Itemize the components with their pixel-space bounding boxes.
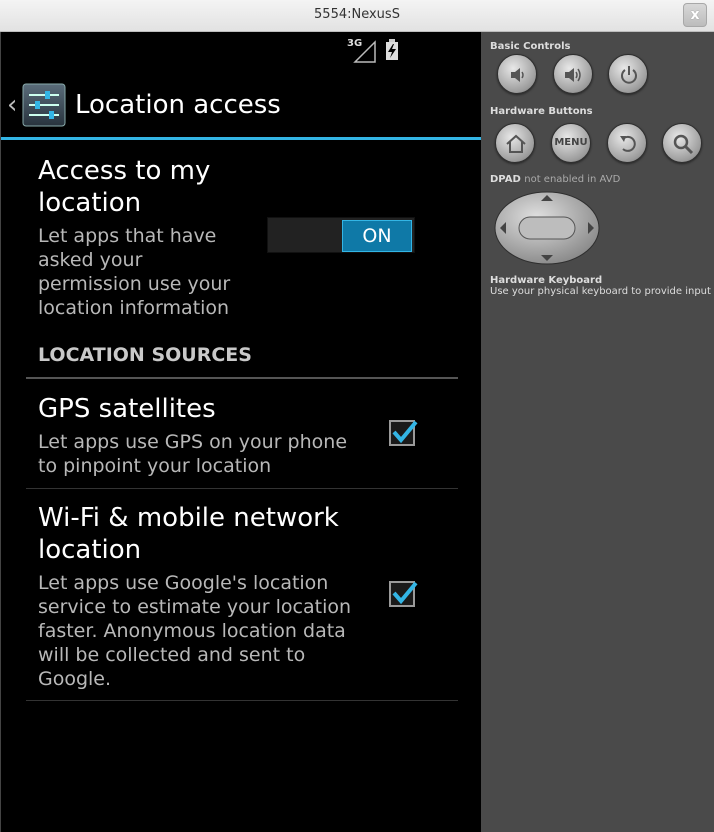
volume-up-button[interactable] (553, 54, 593, 94)
close-button[interactable]: x (683, 3, 707, 27)
checkmark-icon (392, 581, 418, 605)
window-titlebar: 5554:NexusS x (0, 0, 714, 32)
wifi-summary-line: Google. (38, 668, 112, 690)
list-divider (26, 488, 458, 489)
access-summary-line: permission use your (38, 273, 231, 295)
volume-down-button[interactable] (497, 54, 537, 94)
menu-button-label: MENU (554, 137, 588, 148)
phone-screen: 3G ‹ Location access Access to my locati… (0, 32, 481, 832)
status-bar: 3G (1, 32, 481, 70)
basic-controls-label: Basic Controls (490, 41, 571, 52)
home-button[interactable] (495, 123, 535, 163)
wifi-summary-line: service to estimate your location (38, 596, 352, 618)
search-button[interactable] (662, 123, 702, 163)
signal-icon (353, 40, 376, 63)
gps-checkbox[interactable] (389, 420, 418, 446)
dpad-status: not enabled in AVD (524, 174, 621, 185)
gps-summary-line: to pinpoint your location (38, 455, 272, 477)
power-icon (621, 66, 637, 84)
back-button[interactable] (607, 123, 647, 163)
category-divider (26, 377, 458, 379)
menu-button[interactable]: MENU (551, 123, 591, 163)
access-summary-line: Let apps that have (38, 225, 217, 247)
gps-title: GPS satellites (38, 394, 216, 424)
toggle-on-label: ON (342, 220, 412, 252)
gps-summary-line: Let apps use GPS on your phone (38, 431, 348, 453)
checkmark-icon (392, 420, 418, 444)
close-icon: x (690, 7, 700, 23)
location-access-toggle[interactable]: ON (267, 217, 415, 253)
back-chevron-icon[interactable]: ‹ (7, 90, 17, 120)
hardware-keyboard-hint: Use your physical keyboard to provide in… (490, 286, 711, 297)
page-title: Location access (75, 90, 281, 120)
dpad-control[interactable] (494, 191, 600, 265)
power-button[interactable] (608, 54, 648, 94)
wifi-location-checkbox[interactable] (389, 581, 418, 607)
home-icon (506, 134, 526, 153)
battery-charging-icon (386, 39, 398, 60)
wifi-summary-line: will be collected and sent to (38, 644, 306, 666)
volume-down-icon (511, 68, 524, 82)
access-summary-line: asked your (38, 249, 143, 271)
access-title-line1: Access to my (38, 156, 211, 186)
dpad-title: DPAD (490, 174, 521, 185)
hardware-keyboard-label: Hardware Keyboard (490, 275, 603, 286)
settings-app-icon[interactable] (21, 82, 67, 128)
wifi-summary-line: Let apps use Google's location (38, 572, 329, 594)
category-header: LOCATION SOURCES (38, 344, 252, 366)
list-divider (26, 700, 458, 701)
emulator-control-panel: Basic Controls Hardware Buttons MENU DPA… (481, 32, 714, 832)
search-icon (673, 134, 694, 155)
wifi-title-line2: location (38, 535, 142, 565)
wifi-summary-line: faster. Anonymous location data (38, 620, 346, 642)
action-bar: ‹ Location access (1, 70, 481, 140)
hardware-buttons-label: Hardware Buttons (490, 106, 593, 117)
back-arrow-icon (620, 135, 636, 152)
volume-up-icon (565, 68, 581, 82)
wifi-title-line1: Wi-Fi & mobile network (38, 503, 339, 533)
access-summary-line: location information (38, 297, 230, 319)
window-title: 5554:NexusS (314, 7, 400, 22)
dpad-label: DPAD not enabled in AVD (490, 174, 620, 185)
access-title-line2: location (38, 188, 142, 218)
